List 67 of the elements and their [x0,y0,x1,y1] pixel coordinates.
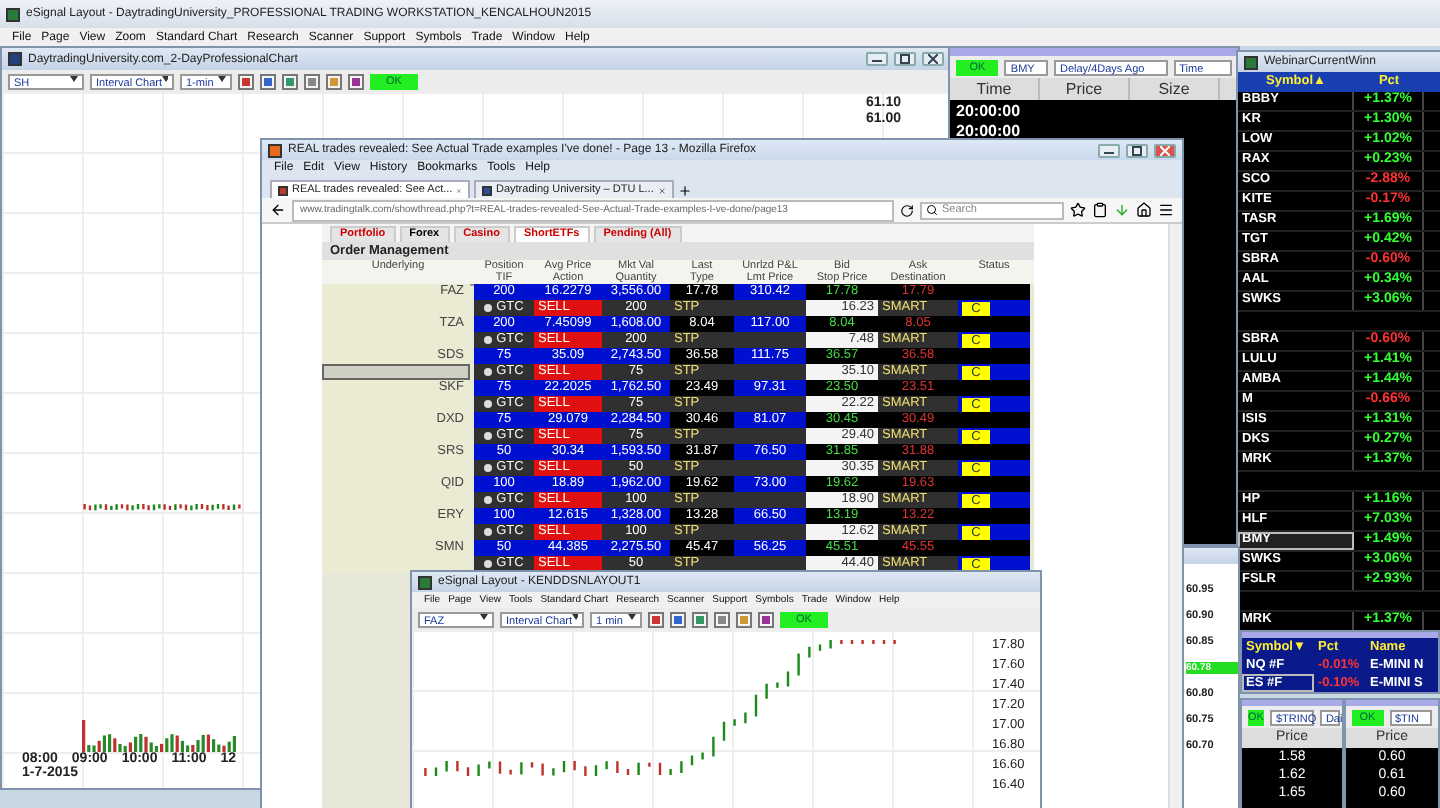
bullet-icon [484,528,493,536]
title-bar [1346,700,1438,706]
table-cell [734,396,806,412]
minimize-button[interactable] [1098,143,1120,157]
caret-icon [628,613,636,619]
table-cell [958,348,1030,364]
bullet-icon [484,432,493,440]
trade-time: 20:00:00 [956,122,1023,142]
clipboard-icon[interactable] [1092,202,1108,218]
table-cell [734,428,806,444]
caret-icon [572,613,578,619]
title-bar [1242,700,1342,706]
underlying-cell[interactable] [322,364,470,380]
maximize-button[interactable] [894,52,916,66]
favicon [278,185,288,195]
caret-icon [480,613,488,619]
title-bar [1182,548,1238,564]
minimize-icon [872,56,882,62]
maximize-button[interactable] [1126,143,1148,157]
bullet-icon [484,496,493,504]
close-button[interactable] [1154,143,1176,157]
scrollbar[interactable] [1168,224,1182,808]
table-cell [958,476,1030,492]
bullet-icon [484,400,493,408]
table-cell [958,540,1030,556]
home-icon[interactable] [1136,202,1152,218]
app-icon [418,575,432,589]
maximize-icon [900,54,910,64]
table-cell [958,444,1030,460]
table-cell [734,332,806,348]
table-cell [734,524,806,540]
reload-icon[interactable] [900,203,914,217]
table-cell [958,284,1030,300]
app-icon [6,7,20,21]
table-cell [734,492,806,508]
table-cell [958,412,1030,428]
table-cell [734,460,806,476]
bullet-icon [484,336,493,344]
table-cell [734,364,806,380]
browser-icon [268,143,282,157]
trade-time: 20:00:00 [956,102,1023,122]
bookmark-star-icon[interactable] [1070,202,1086,218]
minimize-icon [1104,147,1114,153]
close-icon[interactable] [657,185,666,195]
bullet-icon [484,304,493,312]
bullet-icon [484,368,493,376]
download-icon[interactable] [1114,202,1130,218]
table-cell [734,300,806,316]
close-icon [1160,145,1170,155]
caret-icon [70,75,78,81]
table-cell [958,316,1030,332]
table-cell [958,380,1030,396]
caret-icon [218,75,226,81]
close-icon [928,54,938,64]
table-cell [958,508,1030,524]
maximize-icon [1132,145,1142,155]
menu-icon[interactable] [1158,202,1174,218]
new-tab-icon[interactable] [678,184,692,198]
minimize-button[interactable] [866,52,888,66]
bullet-icon [484,560,493,568]
bullet-icon [484,464,493,472]
underlying-cell[interactable] [322,556,470,572]
back-icon[interactable] [270,202,286,218]
caret-icon [162,75,168,81]
close-button[interactable] [922,52,944,66]
favicon [482,185,492,195]
search-icon [926,204,938,216]
